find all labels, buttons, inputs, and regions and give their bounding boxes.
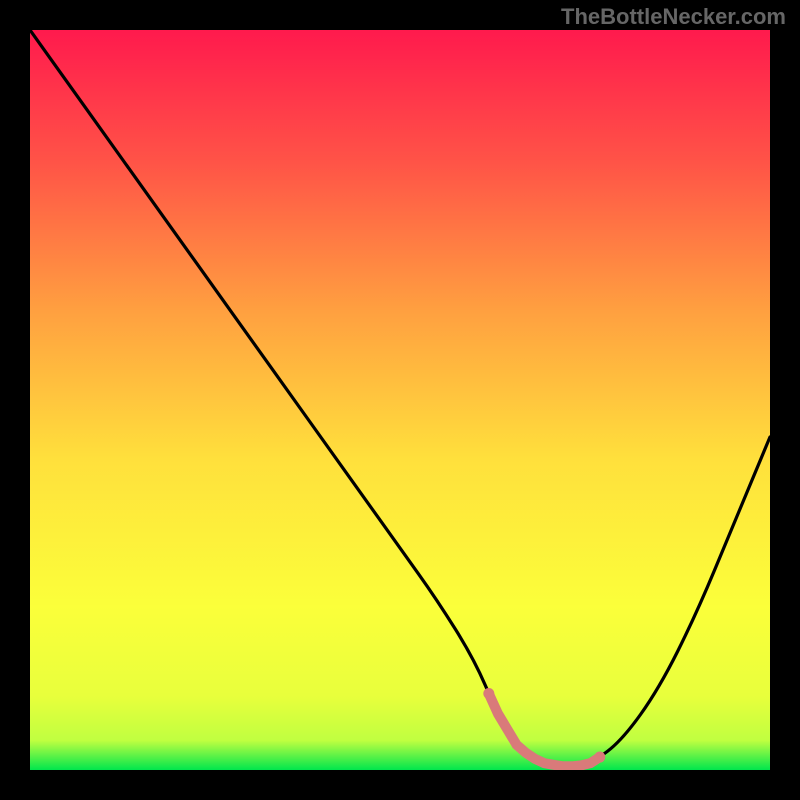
chart-curve bbox=[30, 30, 770, 770]
watermark-text: TheBottleNecker.com bbox=[561, 4, 786, 30]
chart-plot-area bbox=[30, 30, 770, 770]
